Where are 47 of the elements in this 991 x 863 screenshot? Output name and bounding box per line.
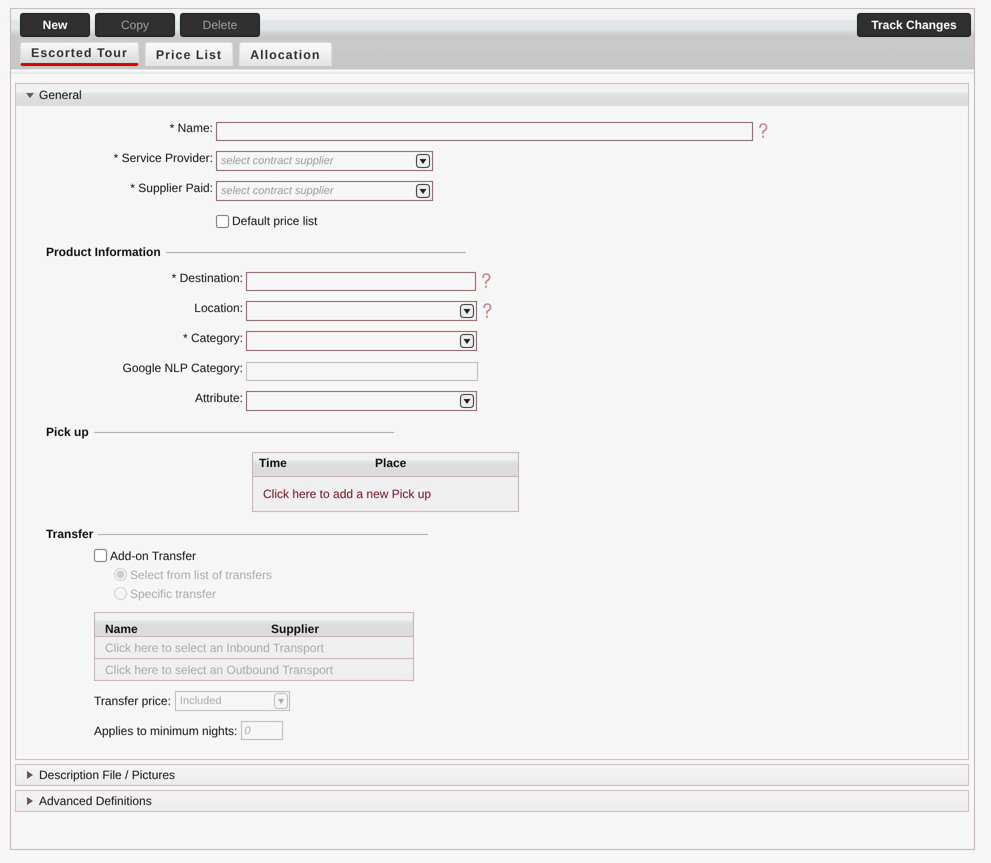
track-changes-button[interactable]: Track Changes — [857, 13, 971, 37]
tab[interactable]: Price List — [144, 42, 234, 66]
column-header: Supplier — [271, 622, 320, 636]
field-label: Location: — [193, 300, 244, 315]
group-heading: Transfer — [46, 527, 94, 541]
text-field[interactable] — [246, 272, 476, 290]
field-label: * Destination: — [170, 270, 244, 285]
field-label: * Supplier Paid: — [129, 180, 214, 195]
checkbox[interactable] — [216, 214, 229, 228]
column-header: Place — [375, 456, 406, 470]
field-label: * Category: — [182, 330, 244, 345]
group-heading: Product Information — [46, 245, 161, 259]
nights-field[interactable]: 0 — [241, 721, 284, 740]
select-field[interactable] — [246, 391, 477, 411]
toolbar-button[interactable]: New — [20, 13, 90, 37]
select-field[interactable] — [246, 301, 477, 321]
checkbox-label: Add-on Transfer — [110, 548, 196, 562]
field-label: Attribute: — [194, 390, 244, 405]
section-title: General — [39, 88, 82, 102]
section-header[interactable]: General — [16, 84, 968, 106]
radio-label: Select from list of transfers — [130, 568, 272, 582]
tab[interactable]: Escorted Tour — [20, 42, 139, 66]
text-field[interactable] — [216, 122, 753, 140]
checkbox-label: Default price list — [232, 214, 318, 228]
select-placeholder: select contract supplier — [221, 185, 334, 197]
help-icon[interactable] — [482, 303, 492, 319]
radio-label: Specific transfer — [130, 586, 216, 600]
section-header[interactable]: Description File / Pictures — [16, 765, 968, 785]
section-title: Advanced Definitions — [39, 794, 152, 808]
select-field[interactable] — [246, 331, 477, 351]
help-icon[interactable] — [758, 123, 768, 139]
field-label: * Service Provider: — [112, 150, 214, 165]
section-header[interactable]: Advanced Definitions — [16, 791, 968, 811]
column-header: Name — [104, 622, 139, 636]
field-label: * Name: — [168, 120, 214, 135]
help-icon[interactable] — [481, 273, 491, 289]
tab[interactable]: Allocation — [239, 42, 332, 66]
column-header: Time — [259, 456, 288, 470]
select-placeholder: select contract supplier — [221, 155, 334, 167]
section-title: Description File / Pictures — [39, 768, 176, 782]
field-label: Applies to minimum nights: — [94, 724, 238, 738]
field-label: Google NLP Category: — [121, 360, 244, 375]
group-heading: Pick up — [46, 425, 89, 439]
checkbox[interactable] — [94, 549, 107, 562]
add-pickup-link[interactable]: Click here to add a new Pick up — [263, 487, 432, 501]
field-label: Transfer price: — [94, 694, 171, 708]
select-value: Included — [180, 695, 222, 707]
